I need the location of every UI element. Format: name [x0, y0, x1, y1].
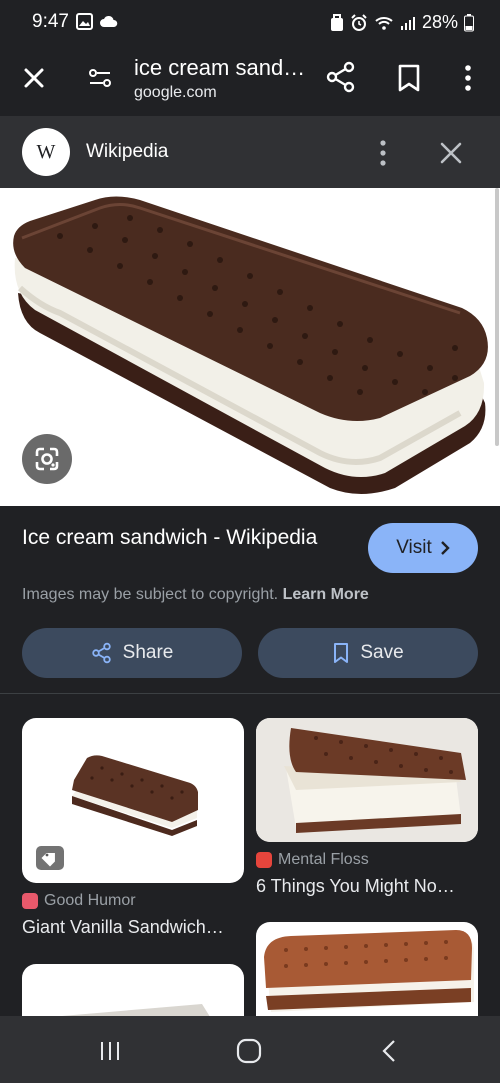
- alarm-icon: [351, 13, 367, 31]
- mental-floss-favicon: [256, 852, 272, 868]
- home-icon[interactable]: [234, 1036, 264, 1066]
- chevron-right-icon: [440, 541, 450, 555]
- google-lens-button[interactable]: [22, 434, 72, 484]
- recent-apps-icon[interactable]: [95, 1036, 125, 1066]
- copyright-notice: Images may be subject to copyright. Lear…: [22, 586, 369, 604]
- save-label: Save: [360, 642, 404, 663]
- ice-cream-sandwich-image: [13, 196, 488, 494]
- copyright-text: Images may be subject to copyright.: [22, 586, 279, 603]
- share-icon: [91, 642, 111, 664]
- related-source-name: Mental Floss: [278, 851, 369, 868]
- more-vert-icon[interactable]: [372, 138, 394, 168]
- visit-label: Visit: [396, 537, 432, 558]
- cloud-icon: [100, 15, 118, 27]
- bookmark-icon[interactable]: [394, 62, 424, 94]
- related-image-3[interactable]: [22, 964, 244, 1016]
- source-name[interactable]: Wikipedia: [86, 141, 168, 163]
- result-info: Ice cream sandwich - Wikipedia Visit Ima…: [0, 506, 500, 692]
- status-time: 9:47: [32, 11, 69, 32]
- battery-icon: [464, 13, 474, 31]
- related-source-2[interactable]: Mental Floss: [256, 851, 369, 869]
- wifi-icon: [375, 16, 393, 30]
- source-header: W Wikipedia: [0, 116, 500, 188]
- bookmark-icon: [334, 643, 349, 663]
- page-title[interactable]: ice cream sand…: [134, 55, 305, 81]
- status-bar: 9:47 28%: [0, 0, 500, 44]
- share-button[interactable]: Share: [22, 628, 242, 678]
- scrollbar[interactable]: [495, 188, 499, 446]
- close-icon[interactable]: [436, 138, 466, 168]
- hero-image[interactable]: [0, 188, 500, 506]
- tag-icon: [41, 853, 55, 867]
- share-icon[interactable]: [324, 60, 358, 94]
- related-source-1[interactable]: Good Humor: [22, 892, 136, 910]
- share-label: Share: [122, 642, 174, 663]
- ice-cream-sandwich-thumbnail: [62, 1004, 210, 1016]
- related-images: Good Humor Giant Vanilla Sandwich… Menta…: [0, 694, 500, 1016]
- related-image-2[interactable]: [256, 718, 478, 842]
- visit-button[interactable]: Visit: [368, 523, 478, 573]
- browser-toolbar: ice cream sand… google.com: [0, 44, 500, 116]
- result-title[interactable]: Ice cream sandwich - Wikipedia: [22, 524, 342, 552]
- product-tag-badge: [36, 846, 64, 870]
- signal-icon: [400, 16, 415, 30]
- back-icon[interactable]: [375, 1036, 405, 1066]
- site-settings-icon[interactable]: [84, 62, 116, 94]
- page-domain[interactable]: google.com: [134, 84, 217, 102]
- lens-icon: [35, 447, 59, 471]
- close-icon[interactable]: [18, 62, 50, 94]
- battery-percent: 28%: [421, 12, 458, 32]
- more-vert-icon[interactable]: [456, 62, 480, 94]
- save-button[interactable]: Save: [258, 628, 478, 678]
- gallery-icon: [76, 13, 93, 30]
- good-humor-favicon: [22, 893, 38, 909]
- learn-more-link[interactable]: Learn More: [283, 586, 369, 603]
- ice-cream-sandwich-thumbnail: [264, 930, 474, 1012]
- related-title-2[interactable]: 6 Things You Might No…: [256, 876, 455, 897]
- ice-cream-sandwich-thumbnail: [256, 718, 478, 842]
- system-nav-bar: [0, 1016, 500, 1083]
- related-title-1[interactable]: Giant Vanilla Sandwich…: [22, 917, 224, 938]
- lock-battery-icon: [330, 13, 343, 31]
- wikipedia-logo: W: [22, 128, 70, 176]
- related-image-1[interactable]: [22, 718, 244, 883]
- related-image-4[interactable]: [256, 922, 478, 1016]
- related-source-name: Good Humor: [44, 892, 136, 909]
